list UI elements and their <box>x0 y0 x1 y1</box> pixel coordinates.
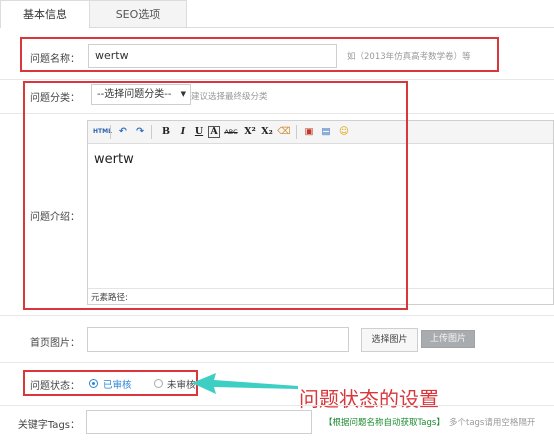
upload-image-button[interactable]: 上传图片 <box>421 330 475 348</box>
tags-label: 关键字Tags： <box>17 420 80 431</box>
cover-image-input[interactable] <box>87 327 349 352</box>
row-divider <box>0 405 554 406</box>
row-divider <box>0 315 554 316</box>
row-divider <box>0 79 554 80</box>
auto-tags-link[interactable]: 【根据问题名称自动获取Tags】 <box>324 416 445 428</box>
tab-basic-info[interactable]: 基本信息 <box>0 0 90 28</box>
annotation-text: 问题状态的设置 <box>299 387 439 411</box>
tags-hint: 多个tags请用空格隔开 <box>449 418 536 428</box>
highlight-title-row <box>20 37 499 72</box>
tab-seo-options[interactable]: SEO选项 <box>89 0 187 27</box>
highlight-category-intro <box>23 81 408 310</box>
cover-image-label: 首页图片： <box>30 338 80 349</box>
highlight-status-row <box>23 370 198 396</box>
row-divider <box>0 362 554 363</box>
annotation-arrow-icon <box>192 373 298 394</box>
tab-bar: 基本信息 SEO选项 <box>0 0 554 28</box>
select-image-button[interactable]: 选择图片 <box>361 328 418 352</box>
tags-input[interactable] <box>86 410 312 434</box>
